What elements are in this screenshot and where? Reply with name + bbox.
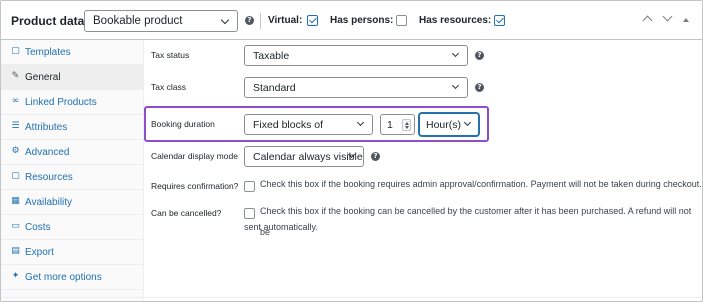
- requires-confirmation-label: Requires confirmation?: [151, 181, 239, 191]
- tax-status-value: Taxable: [253, 50, 290, 62]
- product-data-panel: Product data — Bookable product ? Virtua…: [0, 0, 703, 302]
- chevron-down-icon: [220, 15, 230, 25]
- sidebar-item-label: Get more options: [25, 272, 102, 283]
- product-data-header: Product data — Bookable product ? Virtua…: [1, 1, 702, 40]
- export-icon: ▤: [11, 246, 20, 256]
- money-icon: ▭: [11, 221, 20, 231]
- sidebar-item-label: Resources: [25, 172, 73, 183]
- sidebar-item-attributes[interactable]: ☰ Attributes: [1, 115, 144, 140]
- booking-duration-unit-select[interactable]: Hour(s): [419, 113, 479, 136]
- panel-footer-divider: [1, 297, 702, 298]
- chevron-down-icon: [463, 118, 472, 127]
- sidebar-item-export[interactable]: ▤ Export: [1, 240, 144, 265]
- link-icon: ∞: [11, 96, 20, 106]
- panel-controls: [642, 11, 692, 26]
- tax-status-select[interactable]: Taxable: [244, 45, 468, 66]
- sidebar-item-resources[interactable]: ▢ Resources: [1, 165, 144, 190]
- calendar-display-mode-value: Calendar always visible: [253, 151, 363, 163]
- has-resources-label: Has resources:: [419, 15, 492, 26]
- can-be-cancelled-label: Can be cancelled?: [151, 208, 222, 218]
- question-icon[interactable]: ?: [475, 51, 484, 60]
- tax-class-select[interactable]: Standard: [244, 77, 468, 98]
- sidebar-item-costs[interactable]: ▭ Costs: [1, 215, 144, 240]
- sidebar-item-label: Advanced: [25, 147, 70, 158]
- has-persons-label: Has persons:: [330, 15, 394, 26]
- product-data-tabs: ▢ Templates ✎ General ∞ Linked Products …: [1, 40, 144, 301]
- sidebar-item-templates[interactable]: ▢ Templates: [1, 40, 144, 65]
- calendar-display-mode-label: Calendar display mode: [151, 151, 238, 161]
- has-resources-checkbox[interactable]: [494, 15, 505, 26]
- booking-duration-number-input[interactable]: 1: [380, 114, 415, 135]
- virtual-label: Virtual:: [268, 15, 303, 26]
- tax-class-label: Tax class: [151, 82, 186, 92]
- virtual-checkbox[interactable]: [307, 15, 318, 26]
- calendar-display-mode-select[interactable]: Calendar always visible: [244, 146, 364, 167]
- header-divider: [260, 13, 261, 29]
- sidebar-item-label: Costs: [25, 222, 51, 233]
- can-be-cancelled-description: Check this box if the booking can be can…: [260, 206, 692, 237]
- sidebar-item-label: Templates: [25, 47, 71, 58]
- question-icon[interactable]: ?: [245, 16, 254, 25]
- requires-confirmation-description: Check this box if the booking requires a…: [260, 179, 702, 189]
- product-type-select[interactable]: Bookable product: [84, 10, 238, 32]
- list-icon: ☰: [11, 121, 20, 131]
- product-type-value: Bookable product: [93, 15, 183, 27]
- sidebar-item-availability[interactable]: ▦ Availability: [1, 190, 144, 215]
- question-icon[interactable]: ?: [371, 152, 380, 161]
- has-persons-checkbox[interactable]: [396, 15, 407, 26]
- sidebar-item-label: Availability: [25, 197, 73, 208]
- booking-duration-number-value: 1: [387, 119, 393, 131]
- sidebar-item-label: Linked Products: [25, 97, 97, 108]
- wrench-icon: ✎: [11, 71, 20, 81]
- can-be-cancelled-description-cont: sent automatically.: [244, 222, 318, 232]
- chevron-down-icon: [451, 49, 460, 58]
- booking-duration-label: Booking duration: [151, 119, 215, 129]
- plugin-icon: ✦: [11, 271, 20, 281]
- collapse-icon[interactable]: [683, 18, 689, 22]
- chevron-down-icon: [356, 118, 365, 127]
- sidebar-item-general[interactable]: ✎ General: [1, 65, 144, 90]
- move-up-icon[interactable]: [642, 15, 653, 26]
- sidebar-item-advanced[interactable]: ⚙ Advanced: [1, 140, 144, 165]
- resources-icon: ▢: [11, 171, 20, 181]
- template-icon: ▢: [11, 46, 20, 56]
- sidebar-item-linked-products[interactable]: ∞ Linked Products: [1, 90, 144, 115]
- chevron-down-icon: [451, 81, 460, 90]
- requires-confirmation-checkbox[interactable]: [244, 181, 255, 192]
- sidebar-item-get-more-options[interactable]: ✦ Get more options: [1, 265, 144, 290]
- gear-icon: ⚙: [11, 146, 20, 156]
- question-icon[interactable]: ?: [475, 83, 484, 92]
- booking-duration-type-select[interactable]: Fixed blocks of: [244, 114, 373, 135]
- sidebar-item-label: General: [25, 72, 61, 83]
- sidebar-item-label: Export: [25, 247, 54, 258]
- booking-duration-unit-value: Hour(s): [426, 119, 462, 131]
- booking-duration-type-value: Fixed blocks of: [253, 119, 324, 131]
- calendar-icon: ▦: [11, 196, 20, 206]
- tax-status-label: Tax status: [151, 50, 190, 60]
- sidebar-item-label: Attributes: [25, 122, 68, 133]
- tax-class-value: Standard: [253, 82, 296, 94]
- number-spinner-icon[interactable]: [402, 119, 411, 131]
- move-down-icon[interactable]: [662, 11, 673, 22]
